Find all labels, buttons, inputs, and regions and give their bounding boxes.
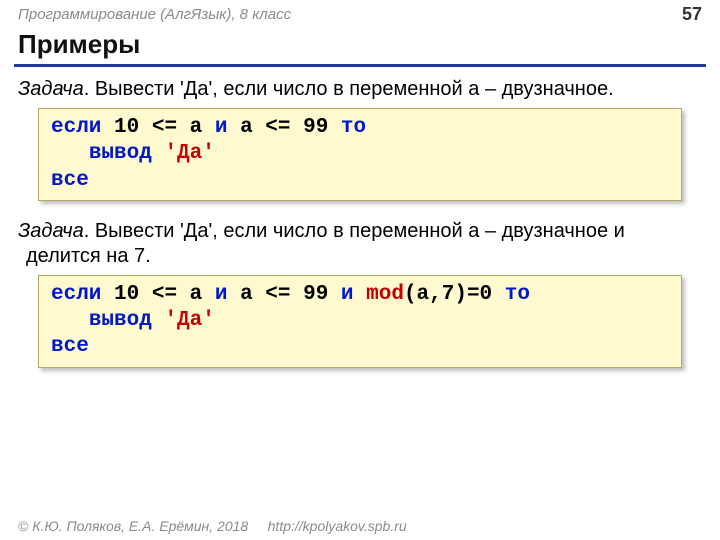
kw-then: то — [505, 283, 530, 306]
kw-and: и — [341, 283, 354, 306]
code-indent — [51, 142, 89, 165]
task-2-text: . Вывести 'Да', если число в переменной … — [26, 220, 625, 267]
course-label: Программирование (АлгЯзык), 8 класс — [18, 6, 291, 23]
task-2: Задача. Вывести 'Да', если число в перем… — [18, 219, 702, 269]
content: Задача. Вывести 'Да', если число в перем… — [0, 77, 720, 368]
footer-copyright: © К.Ю. Поляков, Е.А. Ерёмин, 2018 — [18, 518, 248, 534]
kw-if: если — [51, 116, 101, 139]
title-underline — [14, 64, 706, 67]
code-space — [354, 283, 367, 306]
code-indent — [51, 309, 89, 332]
code-block-1: если 10 <= a и a <= 99 то вывод 'Да' все — [38, 108, 682, 201]
code-text: (a,7)=0 — [404, 283, 505, 306]
kw-and: и — [215, 116, 228, 139]
code-string: 'Да' — [164, 142, 214, 165]
code-text: a — [227, 116, 265, 139]
header-bar: Программирование (АлгЯзык), 8 класс 57 — [0, 0, 720, 27]
code-space — [152, 309, 165, 332]
kw-then: то — [341, 116, 366, 139]
task-1-text: . Вывести 'Да', если число в переменной … — [84, 78, 614, 100]
code-text: 10 — [101, 116, 151, 139]
task-2-label: Задача — [18, 220, 84, 242]
kw-out: вывод — [89, 309, 152, 332]
code-string: 'Да' — [164, 309, 214, 332]
task-1-label: Задача — [18, 78, 84, 100]
page-title: Примеры — [0, 27, 720, 64]
footer-link[interactable]: http://kpolyakov.spb.ru — [268, 518, 407, 534]
kw-end: все — [51, 169, 89, 192]
code-text: <= a — [152, 116, 215, 139]
code-text: <= 99 — [265, 283, 341, 306]
code-text: 10 — [101, 283, 151, 306]
kw-if: если — [51, 283, 101, 306]
code-text: a — [227, 283, 265, 306]
code-block-2: если 10 <= a и a <= 99 и mod(a,7)=0 то в… — [38, 275, 682, 368]
code-text: <= a — [152, 283, 215, 306]
kw-and: и — [215, 283, 228, 306]
page-number: 57 — [682, 4, 702, 25]
code-fn-mod: mod — [366, 283, 404, 306]
code-space — [152, 142, 165, 165]
kw-end: все — [51, 335, 89, 358]
kw-out: вывод — [89, 142, 152, 165]
task-1: Задача. Вывести 'Да', если число в перем… — [18, 77, 702, 102]
footer: © К.Ю. Поляков, Е.А. Ерёмин, 2018 http:/… — [18, 518, 407, 534]
code-text: <= 99 — [265, 116, 341, 139]
